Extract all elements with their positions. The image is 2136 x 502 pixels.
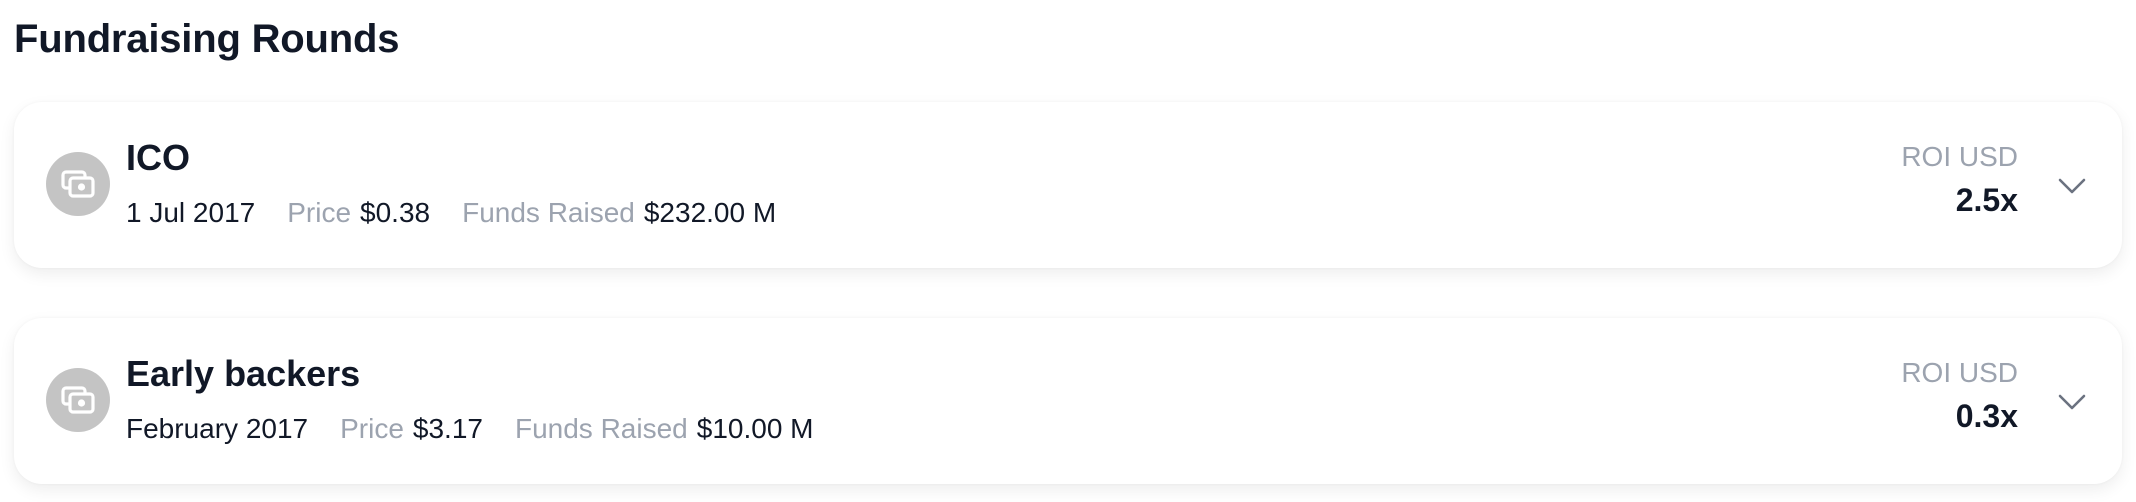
price-value: $0.38 [360,197,431,228]
round-name: ICO [126,137,191,178]
roi-block: ROI USD 2.5x [1901,140,2018,220]
price-label: Price [287,197,352,228]
round-card[interactable]: Early backers February 2017 Price $3.17 … [14,318,2122,484]
funds-raised-label: Funds Raised [462,197,635,228]
round-card[interactable]: ICO 1 Jul 2017 Price $0.38 Funds Raised … [14,102,2122,268]
round-date: 1 Jul 2017 [126,197,256,228]
roi-value: 2.5x [1955,182,2018,218]
roi-label: ROI USD [1901,141,2018,172]
roi-block: ROI USD 0.3x [1901,356,2018,436]
price-label: Price [340,413,404,444]
round-meta: February 2017 Price $3.17 Funds Raised $… [126,412,846,446]
roi-value: 0.3x [1955,398,2018,434]
price-value: $3.17 [412,413,483,444]
funds-raised-value: $10.00 M [696,413,814,444]
cash-icon [46,152,110,216]
chevron-down-icon[interactable] [2054,168,2090,204]
fundraising-rounds-section: Fundraising Rounds ICO 1 Jul 2017 Price … [0,0,2136,502]
section-title: Fundraising Rounds [14,17,400,61]
round-name: Early backers [126,353,361,394]
roi-label: ROI USD [1901,357,2018,388]
cash-icon [46,368,110,432]
round-date: February 2017 [126,413,309,444]
round-meta: 1 Jul 2017 Price $0.38 Funds Raised $232… [126,196,808,230]
funds-raised-label: Funds Raised [514,413,688,444]
funds-raised-value: $232.00 M [643,197,777,228]
chevron-down-icon[interactable] [2054,384,2090,420]
